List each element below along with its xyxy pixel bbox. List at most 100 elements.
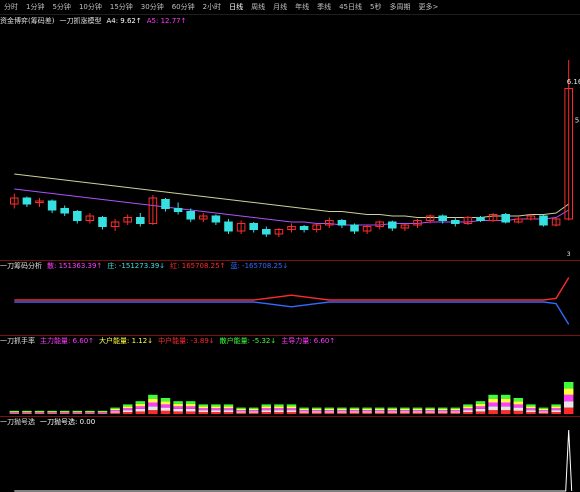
- period-tab-1[interactable]: 1分钟: [22, 0, 48, 14]
- energy-bar-11-4: [148, 394, 158, 399]
- panel2-name[interactable]: 一刀筹码分析: [0, 261, 42, 271]
- energy-bar-28-1: [362, 411, 372, 413]
- energy-bar-3-2: [47, 412, 57, 413]
- energy-bar-32-2: [412, 410, 423, 412]
- indicator-name[interactable]: 资金博弈(筹码差): [0, 16, 54, 26]
- energy-bar-1-4: [22, 410, 32, 412]
- energy-bar-6-0: [85, 413, 95, 414]
- period-tab-16[interactable]: 更多>: [414, 0, 442, 14]
- energy-bar-3-1: [47, 412, 57, 414]
- energy-bar-40-4: [513, 398, 524, 402]
- energy-bar-33-4: [425, 407, 435, 409]
- panel4-name[interactable]: 一刀抛号选: [0, 417, 35, 427]
- energy-bar-18-4: [236, 407, 246, 409]
- energy-bar-33-1: [425, 411, 435, 413]
- period-tab-4[interactable]: 15分钟: [106, 0, 137, 14]
- energy-bar-36-4: [463, 404, 473, 407]
- energy-bar-34-4: [437, 407, 448, 409]
- candle-body-3: [47, 200, 57, 211]
- energy-bar-0-2: [9, 412, 20, 413]
- period-tab-11[interactable]: 年线: [291, 0, 313, 14]
- energy-bar-34-2: [437, 410, 448, 412]
- period-tab-2[interactable]: 5分钟: [48, 0, 74, 14]
- panel2-header: 一刀筹码分析 散: 151363.39↑ 庄: -151273.39↓ 红: 1…: [0, 261, 580, 271]
- energy-bar-26-0: [337, 412, 347, 414]
- energy-bar-11-0: [148, 410, 158, 414]
- period-tab-5[interactable]: 30分钟: [137, 0, 168, 14]
- energy-bar-42-1: [538, 411, 549, 413]
- energy-bar-31-3: [400, 408, 410, 411]
- signal-panel[interactable]: [0, 428, 580, 492]
- energy-bar-4-0: [59, 413, 70, 414]
- period-tab-0[interactable]: 分时: [0, 0, 22, 14]
- period-tab-13[interactable]: 45日线: [335, 0, 366, 14]
- a4-value: A4: 9.62↑: [106, 17, 142, 25]
- energy-bar-21-1: [274, 410, 284, 413]
- energy-bar-4-4: [59, 410, 70, 412]
- energy-bar-11-2: [148, 402, 158, 407]
- energy-bar-28-0: [362, 412, 372, 414]
- period-tab-6[interactable]: 60分钟: [168, 0, 199, 14]
- energy-bar-15-0: [198, 412, 209, 414]
- panel3-name[interactable]: 一刀抓手率: [0, 336, 35, 346]
- energy-bar-2-4: [34, 410, 45, 412]
- energy-bar-37-0: [475, 411, 486, 414]
- energy-bar-17-0: [223, 412, 234, 414]
- energy-bar-30-4: [387, 407, 398, 409]
- energy-bar-19-3: [248, 408, 259, 411]
- energy-bar-17-3: [223, 406, 234, 409]
- energy-bar-42-2: [538, 410, 549, 412]
- energy-bar-6-3: [85, 411, 95, 413]
- candle-body-37: [476, 217, 485, 221]
- energy-bar-25-0: [324, 412, 335, 414]
- candle-body-1: [22, 197, 32, 205]
- energy-bar-29-3: [374, 408, 385, 411]
- energy-bar-31-0: [400, 412, 410, 414]
- energy-bar-25-2: [324, 410, 335, 412]
- energy-bar-41-2: [526, 408, 536, 411]
- energy-bar-20-2: [261, 408, 272, 411]
- energy-bar-26-4: [337, 407, 347, 409]
- energy-bar-29-4: [374, 407, 385, 409]
- energy-bar-6-2: [85, 412, 95, 413]
- energy-bar-2-1: [34, 412, 45, 414]
- ma-line-yellow: [14, 173, 569, 218]
- period-tab-14[interactable]: 5秒: [366, 0, 385, 14]
- energy-bar-1-1: [22, 412, 32, 414]
- energy-bar-34-0: [437, 412, 448, 414]
- energy-bar-24-3: [311, 408, 322, 411]
- energy-bar-38-0: [488, 410, 498, 414]
- energy-bar-40-2: [513, 404, 524, 408]
- energy-panel[interactable]: [0, 346, 580, 416]
- chip-analysis-panel[interactable]: [0, 271, 580, 335]
- candle-body-35: [451, 220, 460, 224]
- period-tab-9[interactable]: 周线: [247, 0, 269, 14]
- period-tab-8[interactable]: 日线: [225, 0, 247, 14]
- energy-bar-4-3: [59, 411, 70, 413]
- period-tab-12[interactable]: 季线: [313, 0, 335, 14]
- energy-bar-1-2: [22, 412, 32, 413]
- energy-bar-5-1: [72, 412, 83, 414]
- energy-bar-2-0: [34, 413, 45, 414]
- energy-bar-25-4: [324, 407, 335, 409]
- panel3-header: 一刀抓手率 主力能量: 6.60↑ 大户能量: 1.12↓ 中户能量: -3.89↓…: [0, 336, 580, 346]
- energy-bar-18-1: [236, 411, 246, 413]
- main-price-chart[interactable]: 6.16 5.97 3: [0, 26, 580, 260]
- energy-bar-10-3: [135, 403, 146, 407]
- period-tab-3[interactable]: 10分钟: [75, 0, 106, 14]
- energy-bar-39-4: [500, 394, 511, 399]
- period-tab-15[interactable]: 多周期: [385, 0, 414, 14]
- period-tab-7[interactable]: 2小时: [199, 0, 225, 14]
- energy-bar-0-0: [9, 413, 20, 414]
- energy-bar-13-4: [173, 401, 183, 404]
- price-label-close: 5.97: [575, 117, 580, 125]
- period-tab-10[interactable]: 月线: [269, 0, 291, 14]
- model-name[interactable]: 一刀抓涨模型: [59, 16, 101, 26]
- energy-bar-32-1: [412, 411, 423, 413]
- energy-bar-2-2: [34, 412, 45, 413]
- energy-bar-13-1: [173, 408, 183, 412]
- energy-bar-35-2: [450, 410, 461, 412]
- energy-bar-5-0: [72, 413, 83, 414]
- energy-bar-22-0: [286, 412, 297, 414]
- energy-bar-17-4: [223, 404, 234, 407]
